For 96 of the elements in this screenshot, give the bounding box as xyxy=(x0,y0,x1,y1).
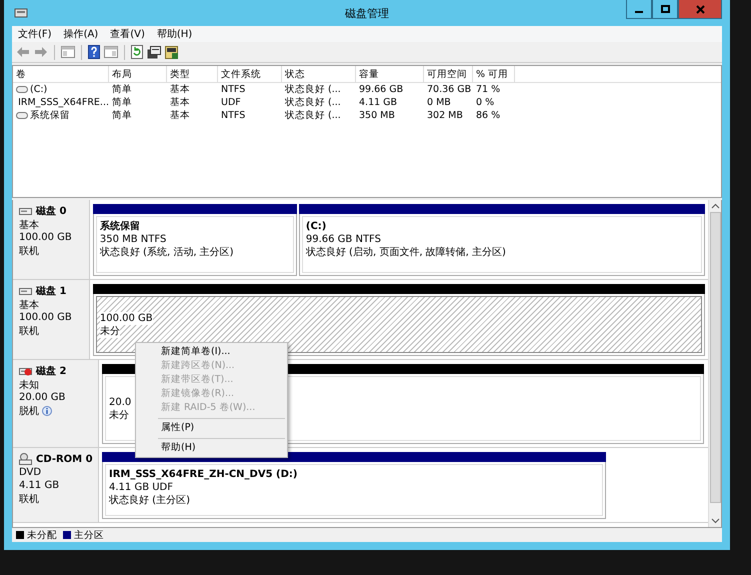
partition-info: 状态良好 (主分区) xyxy=(109,494,190,507)
table-cell: UDF xyxy=(221,97,241,108)
maximize-icon xyxy=(660,5,670,13)
column-header[interactable]: 类型 xyxy=(167,66,218,82)
partition-title: IRM_SSS_X64FRE_ZH-CN_DV5 (D:) xyxy=(109,468,298,481)
menu-item[interactable]: 操作(A) xyxy=(64,27,98,41)
primary-partition[interactable]: (C:) 99.66 GB NTFS 状态良好 (启动, 页面文件, 故障转储, 主分区) xyxy=(298,214,705,276)
disk-info: DVD xyxy=(19,467,42,478)
minimize-button[interactable] xyxy=(626,0,652,19)
partition-info: 状态良好 (启动, 页面文件, 故障转储, 主分区) xyxy=(306,246,506,259)
cd-drive-icon xyxy=(19,453,32,465)
disk-label-panel[interactable]: 磁盘 2 未知 20.00 GB 脱机 xyxy=(13,360,99,447)
disk-name: 磁盘 0 xyxy=(36,204,66,218)
column-header[interactable]: % 可用 xyxy=(473,66,515,82)
table-cell: 状态良好 (... xyxy=(285,96,341,109)
disk-name: 磁盘 1 xyxy=(36,284,66,298)
disk-info: 4.11 GB xyxy=(19,480,60,491)
refresh-icon[interactable] xyxy=(131,45,143,59)
partition-info: 20.0 xyxy=(109,396,132,408)
table-cell: (C:) xyxy=(30,84,48,95)
partition-info: 100.00 GB xyxy=(100,312,153,324)
table-cell: NTFS xyxy=(221,110,246,121)
table-cell: 350 MB xyxy=(359,110,395,121)
partition-info: 4.11 GB UDF xyxy=(109,481,174,494)
table-cell: 0 % xyxy=(476,97,494,108)
table-cell: 简单 xyxy=(112,109,132,122)
partition-info: 状态良好 (系统, 活动, 主分区) xyxy=(100,246,234,259)
table-cell: 4.11 GB xyxy=(359,97,398,108)
drive-icon xyxy=(16,86,28,93)
disk-info: 100.00 GB xyxy=(19,312,72,323)
disk-info: 未知 xyxy=(19,378,39,392)
table-cell: IRM_SSS_X64FRE... xyxy=(18,97,109,108)
disk-name: CD-ROM 0 xyxy=(36,454,93,464)
disk-label-panel[interactable]: 磁盘 1 基本 100.00 GB 联机 xyxy=(13,280,90,359)
table-cell: 99.66 GB xyxy=(359,84,404,95)
maximize-button[interactable] xyxy=(652,0,678,19)
partition-info: 350 MB NTFS xyxy=(100,233,166,246)
disk-info: 脱机 xyxy=(19,404,39,418)
column-header[interactable]: 卷 xyxy=(13,66,109,82)
disk-info: 联机 xyxy=(19,324,39,338)
scroll-down-icon[interactable] xyxy=(710,518,720,524)
table-cell: 基本 xyxy=(170,109,190,122)
disk-info: 20.00 GB xyxy=(19,392,66,403)
primary-partition[interactable]: IRM_SSS_X64FRE_ZH-CN_DV5 (D:) 4.11 GB UDF 状态良好 (主分区) xyxy=(102,462,606,519)
help-icon[interactable] xyxy=(88,45,100,59)
table-cell: 状态良好 (... xyxy=(285,83,341,96)
properties-icon[interactable] xyxy=(147,46,161,58)
column-header[interactable]: 文件系统 xyxy=(218,66,282,82)
disk-drive-icon xyxy=(19,286,32,296)
disk-drive-icon xyxy=(19,206,32,216)
table-cell: 基本 xyxy=(170,83,190,96)
partition-info: 99.66 GB NTFS xyxy=(306,233,381,246)
table-cell: 86 % xyxy=(476,110,500,121)
table-cell: 0 MB xyxy=(427,97,451,108)
disk-info: 联机 xyxy=(19,492,39,506)
disk-name: 磁盘 2 xyxy=(36,364,66,378)
scrollbar[interactable] xyxy=(708,200,721,527)
column-header[interactable]: 容量 xyxy=(356,66,424,82)
disk-info: 联机 xyxy=(19,244,39,258)
menu-item[interactable]: 查看(V) xyxy=(110,27,145,41)
disk-label-panel[interactable]: CD-ROM 0 DVD 4.11 GB 联机 xyxy=(13,448,99,522)
table-cell: 302 MB xyxy=(427,110,463,121)
table-cell: 系统保留 xyxy=(30,109,70,122)
primary-partition[interactable]: 系统保留 350 MB NTFS 状态良好 (系统, 活动, 主分区) xyxy=(92,214,297,276)
column-header[interactable]: 布局 xyxy=(109,66,167,82)
legend-label: 主分区 xyxy=(74,528,104,542)
table-cell: 71 % xyxy=(476,84,500,95)
column-header[interactable]: 状态 xyxy=(282,66,356,82)
disk-info: 基本 xyxy=(19,298,39,312)
table-cell: 基本 xyxy=(170,96,190,109)
disk-info: 基本 xyxy=(19,218,39,232)
column-header[interactable]: 可用空间 xyxy=(424,66,473,82)
disk-settings-icon[interactable] xyxy=(165,46,179,58)
drive-icon xyxy=(16,112,28,119)
table-cell: 70.36 GB xyxy=(427,84,472,95)
window-title: 磁盘管理 xyxy=(344,6,390,20)
partition-info: 未分 xyxy=(100,324,120,338)
legend-label: 未分配 xyxy=(27,528,57,542)
menu-item[interactable]: 新建简单卷(I)... xyxy=(136,345,287,359)
partition-title: (C:) xyxy=(306,220,326,233)
table-cell: 简单 xyxy=(112,96,132,109)
partition-title: 系统保留 xyxy=(100,220,140,233)
table-cell: NTFS xyxy=(221,84,246,95)
info-icon[interactable] xyxy=(42,406,52,416)
menu-item[interactable]: 帮助(H) xyxy=(156,27,192,41)
scroll-up-icon[interactable] xyxy=(710,203,720,209)
close-button[interactable] xyxy=(678,0,722,19)
close-icon xyxy=(696,4,704,14)
table-cell: 状态良好 (... xyxy=(285,109,341,122)
panel-icon[interactable] xyxy=(61,46,75,58)
table-cell: 简单 xyxy=(112,83,132,96)
disk-drive-icon xyxy=(19,366,32,376)
partition-info: 未分 xyxy=(109,408,129,422)
disk-label-panel[interactable]: 磁盘 0 基本 100.00 GB 联机 xyxy=(13,200,90,279)
disk-info: 100.00 GB xyxy=(19,232,72,243)
menu-item[interactable]: 文件(F) xyxy=(18,27,52,41)
